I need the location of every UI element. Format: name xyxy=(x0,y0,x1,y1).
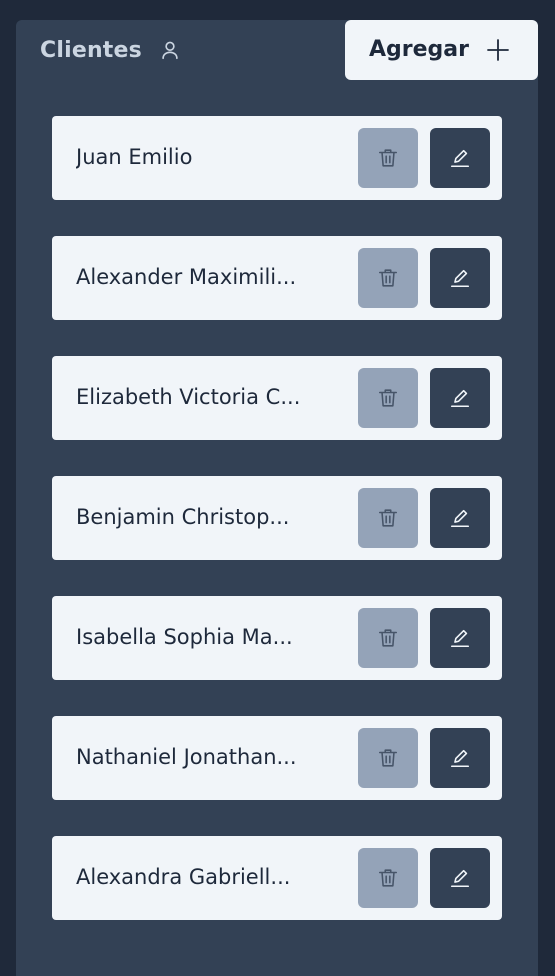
client-name: Benjamin Christop... xyxy=(76,505,290,529)
client-name: Isabella Sophia Ma... xyxy=(76,625,293,649)
trash-icon xyxy=(378,509,398,527)
trash-icon xyxy=(378,149,398,167)
client-name: Nathaniel Jonathan... xyxy=(76,745,297,769)
plus-icon xyxy=(487,39,509,61)
client-card: Isabella Sophia Ma... xyxy=(52,596,502,680)
trash-icon xyxy=(378,269,398,287)
client-card: Alexander Maximili... xyxy=(52,236,502,320)
delete-client-button[interactable] xyxy=(358,728,418,788)
delete-client-button[interactable] xyxy=(358,248,418,308)
page-title: Clientes xyxy=(40,38,142,63)
client-card: Nathaniel Jonathan... xyxy=(52,716,502,800)
delete-client-button[interactable] xyxy=(358,128,418,188)
client-card: Benjamin Christop... xyxy=(52,476,502,560)
edit-client-button[interactable] xyxy=(430,848,490,908)
delete-client-button[interactable] xyxy=(358,488,418,548)
client-card: Elizabeth Victoria C... xyxy=(52,356,502,440)
user-icon xyxy=(162,41,178,60)
client-name: Elizabeth Victoria C... xyxy=(76,385,301,409)
client-name: Alexander Maximili... xyxy=(76,265,297,289)
add-client-button[interactable]: Agregar xyxy=(345,20,538,80)
edit-client-button[interactable] xyxy=(430,488,490,548)
trash-icon xyxy=(378,749,398,767)
edit-client-button[interactable] xyxy=(430,728,490,788)
pencil-icon xyxy=(450,389,470,408)
delete-client-button[interactable] xyxy=(358,608,418,668)
trash-icon xyxy=(378,629,398,647)
pencil-icon xyxy=(450,149,470,168)
pencil-icon xyxy=(450,629,470,648)
client-card: Juan Emilio xyxy=(52,116,502,200)
trash-icon xyxy=(378,389,398,407)
client-name: Alexandra Gabriell... xyxy=(76,865,291,889)
edit-client-button[interactable] xyxy=(430,248,490,308)
client-name: Juan Emilio xyxy=(76,145,193,169)
pencil-icon xyxy=(450,749,470,768)
edit-client-button[interactable] xyxy=(430,368,490,428)
clients-panel: Clientes Agregar Juan Emilio Alexander M… xyxy=(16,20,538,976)
trash-icon xyxy=(378,869,398,887)
edit-client-button[interactable] xyxy=(430,608,490,668)
pencil-icon xyxy=(450,869,470,888)
edit-client-button[interactable] xyxy=(430,128,490,188)
delete-client-button[interactable] xyxy=(358,368,418,428)
pencil-icon xyxy=(450,509,470,528)
delete-client-button[interactable] xyxy=(358,848,418,908)
client-card: Alexandra Gabriell... xyxy=(52,836,502,920)
add-button-label: Agregar xyxy=(369,37,469,62)
pencil-icon xyxy=(450,269,470,288)
panel-header: Clientes Agregar xyxy=(16,20,538,80)
